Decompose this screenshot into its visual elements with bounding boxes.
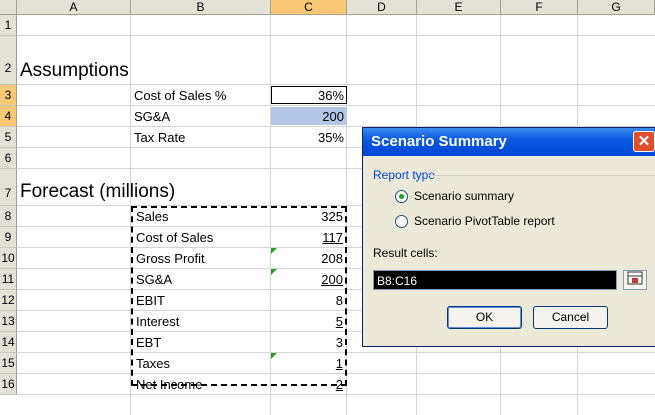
radio-dot-icon <box>399 194 404 199</box>
column-header-c[interactable]: C <box>271 0 347 15</box>
error-indicator-icon[interactable] <box>271 248 277 254</box>
scenario-summary-dialog: Scenario Summary ✕ Report type Scenario … <box>362 127 655 347</box>
column-header-f[interactable]: F <box>501 0 578 15</box>
row-header-6[interactable]: 6 <box>0 148 17 169</box>
range-selector-glyph <box>627 271 643 285</box>
report-type-label: Report type <box>373 168 436 182</box>
ok-button[interactable]: OK <box>447 306 522 329</box>
gridline <box>17 84 655 85</box>
range-selector-icon[interactable] <box>623 270 647 290</box>
gridline <box>17 394 655 395</box>
row-header-8[interactable]: 8 <box>0 206 17 227</box>
result-cells-input[interactable]: B8:C16 <box>373 270 617 290</box>
row-header-13[interactable]: 13 <box>0 311 17 332</box>
row-header-3[interactable]: 3 <box>0 85 17 106</box>
column-header-b[interactable]: B <box>131 0 271 15</box>
select-all-corner[interactable] <box>0 0 17 15</box>
result-cells-label: Result cells: <box>373 246 438 260</box>
radio-label[interactable]: Scenario summary <box>414 189 514 203</box>
assumptions-heading: Assumptions <box>20 60 129 81</box>
dialog-titlebar[interactable]: Scenario Summary ✕ <box>363 128 655 156</box>
cancel-button[interactable]: Cancel <box>533 306 608 329</box>
row-header-11[interactable]: 11 <box>0 269 17 290</box>
dialog-title: Scenario Summary <box>371 133 507 150</box>
radio-unselected-icon[interactable] <box>395 215 408 228</box>
error-indicator-icon[interactable] <box>271 353 277 359</box>
group-divider <box>429 175 655 176</box>
copy-marquee <box>131 206 347 386</box>
column-header-e[interactable]: E <box>417 0 501 15</box>
row-header-2[interactable]: 2 <box>0 36 17 85</box>
radio-selected-icon[interactable] <box>395 190 408 203</box>
gridline <box>17 105 655 106</box>
row-header-4[interactable]: 4 <box>0 106 17 127</box>
assumption-label[interactable]: Tax Rate <box>134 129 185 146</box>
row-header-7[interactable]: 7 <box>0 169 17 206</box>
row-header-12[interactable]: 12 <box>0 290 17 311</box>
column-header-a[interactable]: A <box>17 0 131 15</box>
row-header-14[interactable]: 14 <box>0 332 17 353</box>
radio-label[interactable]: Scenario PivotTable report <box>414 214 555 228</box>
assumption-value[interactable]: 200 <box>271 108 344 125</box>
row-header-9[interactable]: 9 <box>0 227 17 248</box>
assumption-label[interactable]: SG&A <box>134 108 170 125</box>
error-indicator-icon[interactable] <box>271 269 277 275</box>
gridline <box>17 35 655 36</box>
row-header-1[interactable]: 1 <box>0 15 17 36</box>
assumption-value[interactable]: 35% <box>271 129 344 146</box>
row-header-15[interactable]: 15 <box>0 353 17 374</box>
column-header-g[interactable]: G <box>578 0 655 15</box>
assumption-value[interactable]: 36% <box>271 87 344 104</box>
row-header-16[interactable]: 16 <box>0 374 17 395</box>
row-header-5[interactable]: 5 <box>0 127 17 148</box>
row-header-10[interactable]: 10 <box>0 248 17 269</box>
close-icon[interactable]: ✕ <box>633 131 655 152</box>
assumption-label[interactable]: Cost of Sales % <box>134 87 227 104</box>
forecast-heading: Forecast (millions) <box>20 181 176 202</box>
column-header-d[interactable]: D <box>347 0 417 15</box>
